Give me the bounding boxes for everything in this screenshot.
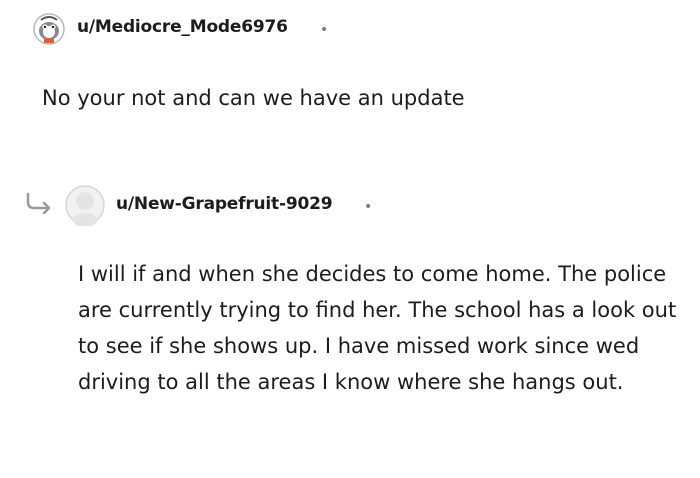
reply-arrow-icon: [24, 190, 54, 215]
reply-username[interactable]: u/New-Grapefruit-9029: [116, 194, 333, 214]
snoo-avatar-icon[interactable]: [32, 12, 66, 46]
reply-comment-body: I will if and when she decides to come h…: [78, 262, 677, 394]
default-avatar-icon[interactable]: [64, 184, 106, 227]
parent-username[interactable]: u/Mediocre_Mode6976: [77, 17, 288, 37]
meta-separator: •: [364, 199, 373, 215]
meta-separator: •: [320, 22, 329, 38]
parent-comment-body: No your not and can we have an update: [42, 86, 465, 110]
